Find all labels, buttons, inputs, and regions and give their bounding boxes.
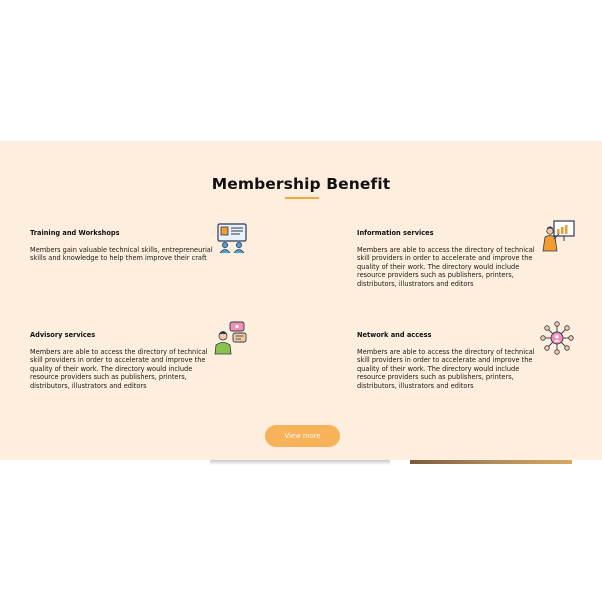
view-more-button[interactable]: View more — [265, 425, 340, 447]
card-title: Advisory services — [30, 331, 96, 339]
card-title: Training and Workshops — [30, 229, 120, 237]
advisor-chat-icon — [214, 321, 247, 355]
image-edge — [410, 460, 572, 464]
network-people-icon — [540, 321, 574, 355]
card-description: Members are able to access the directory… — [357, 246, 535, 288]
presenter-chart-icon — [542, 220, 575, 252]
card-shadow — [210, 460, 390, 465]
training-presentation-icon — [217, 223, 247, 254]
card-title: Network and access — [357, 331, 432, 339]
card-description: Members are able to access the directory… — [357, 348, 535, 390]
membership-benefit-section: Membership Benefit Training and Workshop… — [0, 141, 602, 460]
card-description: Members are able to access the directory… — [30, 348, 208, 390]
title-underline — [285, 197, 319, 199]
card-description: Members gain valuable technical skills, … — [30, 246, 213, 263]
card-title: Information services — [357, 229, 434, 237]
page: Membership Benefit Training and Workshop… — [0, 0, 602, 602]
section-title: Membership Benefit — [211, 175, 391, 193]
